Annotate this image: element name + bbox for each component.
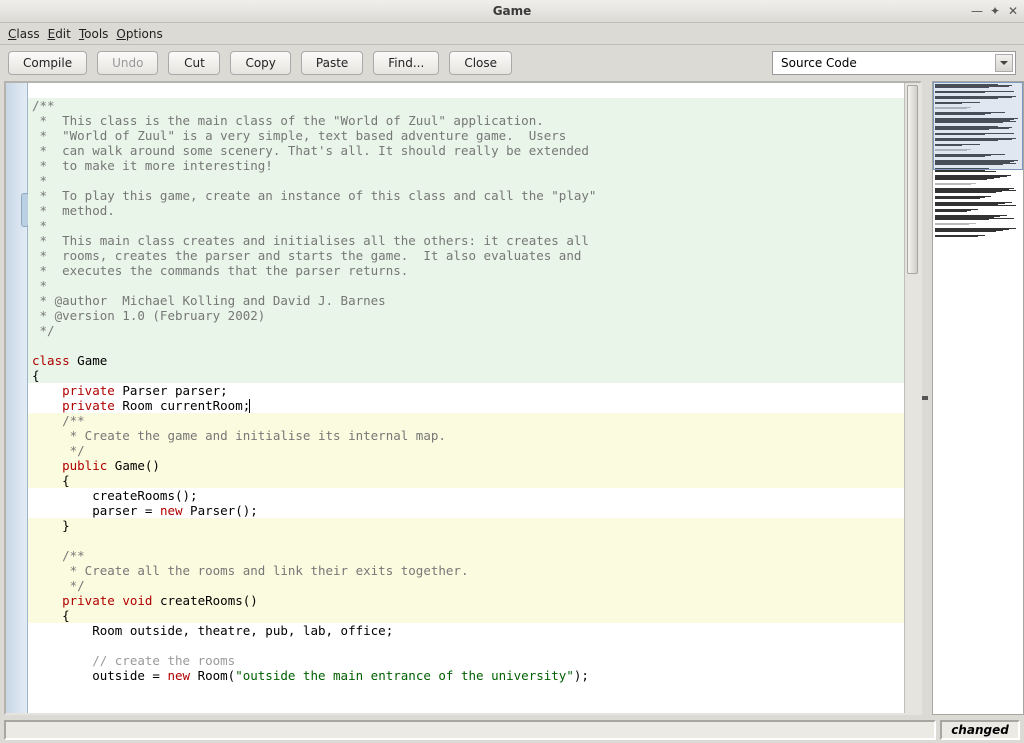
cut-button[interactable]: Cut: [168, 51, 220, 75]
toolbar: Compile Undo Cut Copy Paste Find... Clos…: [0, 45, 1024, 81]
minimap-viewport[interactable]: [933, 82, 1023, 170]
copy-button[interactable]: Copy: [230, 51, 290, 75]
menu-tools[interactable]: Tools: [79, 27, 109, 41]
minimize-icon[interactable]: —: [970, 4, 984, 18]
menu-class[interactable]: Class: [8, 27, 40, 41]
code-minimap[interactable]: [932, 81, 1024, 715]
find-button[interactable]: Find...: [373, 51, 439, 75]
close-window-icon[interactable]: ✕: [1006, 4, 1020, 18]
breakpoint-gutter[interactable]: [6, 83, 28, 713]
maximize-icon[interactable]: ✦: [988, 4, 1002, 18]
view-selector-value: Source Code: [781, 56, 857, 70]
text-cursor: [249, 399, 250, 413]
status-message-area: [4, 720, 936, 740]
scrollbar-thumb[interactable]: [907, 85, 918, 274]
view-selector[interactable]: Source Code: [772, 51, 1016, 75]
source-editor[interactable]: /** * This class is the main class of th…: [28, 83, 904, 713]
close-button[interactable]: Close: [449, 51, 512, 75]
menu-options[interactable]: Options: [116, 27, 162, 41]
menu-edit[interactable]: Edit: [48, 27, 71, 41]
status-bar: changed: [0, 717, 1024, 743]
editor-pane: /** * This class is the main class of th…: [4, 81, 922, 715]
vertical-scrollbar[interactable]: [904, 83, 920, 713]
window-title: Game: [493, 4, 532, 18]
paste-button[interactable]: Paste: [301, 51, 363, 75]
compile-button[interactable]: Compile: [8, 51, 87, 75]
menubar: Class Edit Tools Options: [0, 23, 1024, 45]
chevron-down-icon: [995, 54, 1013, 72]
undo-button[interactable]: Undo: [97, 51, 158, 75]
window-titlebar: Game — ✦ ✕: [0, 0, 1024, 23]
status-modified-badge: changed: [940, 720, 1020, 740]
